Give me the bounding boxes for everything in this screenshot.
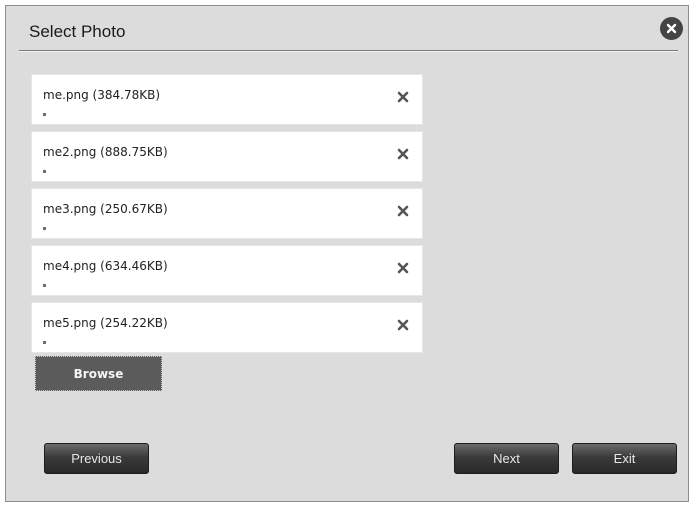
dialog-title: Select Photo [29, 22, 126, 41]
upload-progress-bar [43, 227, 353, 230]
title-divider [19, 50, 678, 52]
remove-file-icon[interactable] [396, 147, 410, 161]
file-item: me2.png (888.75KB) [31, 131, 423, 182]
file-list: me.png (384.78KB) me2.png (888.75KB) me3… [31, 74, 423, 359]
upload-progress-bar [43, 341, 353, 344]
upload-progress-bar [43, 284, 353, 287]
previous-button[interactable]: Previous [44, 443, 149, 474]
remove-file-icon[interactable] [396, 261, 410, 275]
browse-button[interactable]: Browse [35, 356, 162, 391]
file-name: me3.png (250.67KB) [43, 202, 168, 216]
file-item: me3.png (250.67KB) [31, 188, 423, 239]
close-x-glyph [666, 23, 677, 34]
file-name: me5.png (254.22KB) [43, 316, 168, 330]
file-name: me.png (384.78KB) [43, 88, 160, 102]
exit-button[interactable]: Exit [572, 443, 677, 474]
close-icon[interactable] [660, 17, 683, 40]
select-photo-dialog: Select Photo me.png (384.78KB) me2.png (… [5, 5, 689, 502]
file-item: me4.png (634.46KB) [31, 245, 423, 296]
remove-file-icon[interactable] [396, 90, 410, 104]
upload-progress-bar [43, 113, 353, 116]
next-button[interactable]: Next [454, 443, 559, 474]
file-item: me5.png (254.22KB) [31, 302, 423, 353]
remove-file-icon[interactable] [396, 204, 410, 218]
file-name: me2.png (888.75KB) [43, 145, 168, 159]
file-item: me.png (384.78KB) [31, 74, 423, 125]
upload-progress-bar [43, 170, 353, 173]
remove-file-icon[interactable] [396, 318, 410, 332]
file-name: me4.png (634.46KB) [43, 259, 168, 273]
